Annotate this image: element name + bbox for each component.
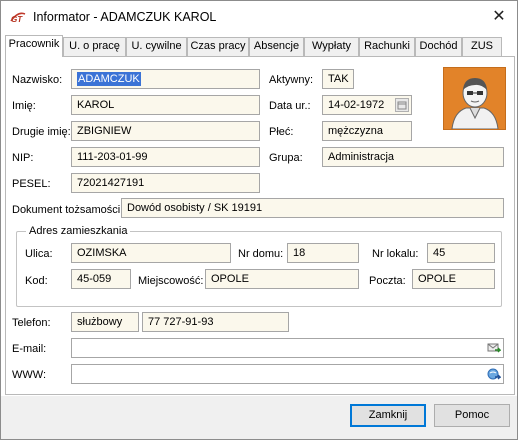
www-field[interactable] bbox=[71, 364, 504, 384]
user-photo-icon bbox=[443, 67, 506, 130]
aktywny-field[interactable]: TAK bbox=[322, 69, 354, 89]
nr-lokalu-label: Nr lokalu: bbox=[372, 248, 419, 260]
drugie-imie-label: Drugie imię: bbox=[12, 126, 71, 138]
tab-dochod[interactable]: Dochód bbox=[415, 37, 462, 56]
data-ur-field[interactable]: 14-02-1972 bbox=[322, 95, 412, 115]
tab-panel-pracownik: Nazwisko: ADAMCZUK Imię: KAROL Drugie im… bbox=[5, 56, 515, 395]
svg-text:GT: GT bbox=[11, 15, 23, 24]
pesel-label: PESEL: bbox=[12, 178, 51, 190]
plec-label: Płeć: bbox=[269, 126, 294, 138]
data-ur-value: 14-02-1972 bbox=[328, 99, 385, 111]
nazwisko-field[interactable]: ADAMCZUK bbox=[71, 69, 260, 89]
email-field[interactable] bbox=[71, 338, 504, 358]
informator-window: GT Informator - ADAMCZUK KAROL ✕ Pracown… bbox=[0, 0, 518, 440]
aktywny-label: Aktywny: bbox=[269, 74, 314, 86]
pesel-field[interactable]: 72021427191 bbox=[71, 173, 260, 193]
nr-domu-field[interactable]: 18 bbox=[287, 243, 359, 263]
kod-label: Kod: bbox=[25, 275, 48, 287]
calendar-icon[interactable] bbox=[395, 98, 409, 112]
ulica-label: Ulica: bbox=[25, 248, 53, 260]
nr-domu-label: Nr domu: bbox=[238, 248, 284, 260]
plec-field[interactable]: mężczyzna bbox=[322, 121, 412, 141]
tab-czas-pracy[interactable]: Czas pracy bbox=[187, 37, 249, 56]
grupa-label: Grupa: bbox=[269, 152, 303, 164]
nazwisko-value: ADAMCZUK bbox=[77, 72, 141, 86]
nr-lokalu-field[interactable]: 45 bbox=[427, 243, 495, 263]
app-logo-icon: GT bbox=[10, 10, 26, 24]
telefon-label: Telefon: bbox=[12, 317, 51, 329]
kod-field[interactable]: 45-059 bbox=[71, 269, 131, 289]
tab-umowy-cywilne[interactable]: U. cywilne bbox=[126, 37, 187, 56]
title-bar: GT Informator - ADAMCZUK KAROL ✕ bbox=[1, 1, 517, 33]
imie-field[interactable]: KAROL bbox=[71, 95, 260, 115]
nazwisko-label: Nazwisko: bbox=[12, 74, 63, 86]
dokument-label: Dokument tożsamości: bbox=[12, 204, 124, 216]
tab-pracownik[interactable]: Pracownik bbox=[5, 35, 63, 57]
data-ur-label: Data ur.: bbox=[269, 100, 311, 112]
close-icon[interactable]: ✕ bbox=[485, 5, 513, 29]
nip-field[interactable]: 111-203-01-99 bbox=[71, 147, 260, 167]
tab-absencje[interactable]: Absencje bbox=[249, 37, 304, 56]
dokument-field[interactable]: Dowód osobisty / SK 19191 bbox=[121, 198, 504, 218]
imie-label: Imię: bbox=[12, 100, 36, 112]
miejscowosc-field[interactable]: OPOLE bbox=[205, 269, 359, 289]
tab-wyplaty[interactable]: Wypłaty bbox=[304, 37, 359, 56]
grupa-field[interactable]: Administracja bbox=[322, 147, 504, 167]
telefon-field[interactable]: 77 727-91-93 bbox=[142, 312, 289, 332]
tab-strip: Pracownik U. o pracę U. cywilne Czas pra… bbox=[5, 35, 515, 57]
tab-zus[interactable]: ZUS bbox=[462, 37, 502, 56]
www-label: WWW: bbox=[12, 369, 47, 381]
open-browser-icon[interactable] bbox=[487, 367, 502, 381]
drugie-imie-field[interactable]: ZBIGNIEW bbox=[71, 121, 260, 141]
address-group-title: Adres zamieszkania bbox=[26, 225, 131, 238]
telefon-type-field[interactable]: służbowy bbox=[71, 312, 139, 332]
ulica-field[interactable]: OZIMSKA bbox=[71, 243, 231, 263]
help-button[interactable]: Pomoc bbox=[434, 404, 510, 427]
button-bar: Zamknij Pomoc bbox=[1, 396, 517, 439]
tab-rachunki[interactable]: Rachunki bbox=[359, 37, 415, 56]
miejscowosc-label: Miejscowość: bbox=[138, 275, 204, 287]
poczta-field[interactable]: OPOLE bbox=[412, 269, 495, 289]
send-email-icon[interactable] bbox=[487, 341, 502, 355]
nip-label: NIP: bbox=[12, 152, 34, 164]
email-label: E-mail: bbox=[12, 343, 47, 355]
poczta-label: Poczta: bbox=[369, 275, 406, 287]
window-title: Informator - ADAMCZUK KAROL bbox=[33, 10, 217, 24]
tab-umowa-o-prace[interactable]: U. o pracę bbox=[63, 37, 126, 56]
close-button[interactable]: Zamknij bbox=[350, 404, 426, 427]
